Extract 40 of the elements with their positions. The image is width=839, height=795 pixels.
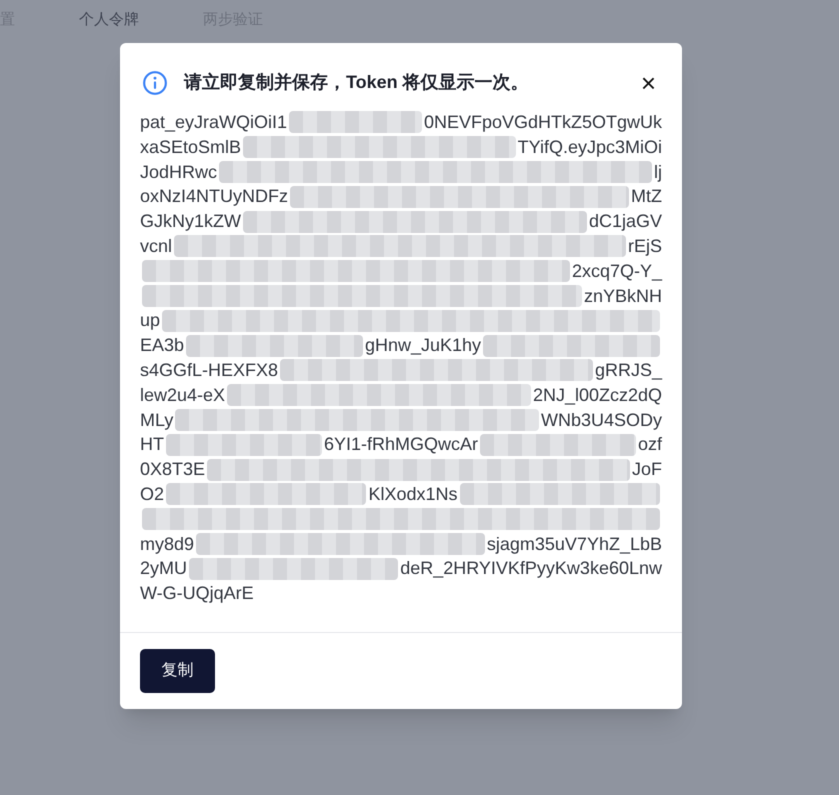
- token-text: up: [140, 309, 160, 332]
- token-text: my8d9: [140, 532, 194, 556]
- token-text: dC1jaGV: [588, 210, 662, 234]
- token-text: 6YI1-fRhMGQwcAr: [324, 433, 478, 456]
- token-text: deR_2HRYIVKfPyyKw3ke60Lnw: [400, 557, 662, 580]
- copy-button[interactable]: 复制: [140, 649, 215, 693]
- token-text: EA3b: [140, 334, 184, 358]
- token-text: gRRJS_: [594, 358, 662, 382]
- token-text: 2NJ_l00Zcz2dQ: [532, 384, 662, 407]
- token-text: JoF: [632, 458, 662, 482]
- token-text: s4GGfL-HEXFX8: [140, 358, 278, 382]
- token-text: xaSEtoSmlB: [140, 136, 242, 159]
- token-text: WNb3U4SODy: [540, 408, 662, 432]
- close-button[interactable]: ×: [636, 70, 660, 96]
- token-text: KlXodx1Ns: [368, 482, 458, 506]
- info-icon: [142, 70, 168, 96]
- token-text: O2: [140, 482, 164, 506]
- token-text: HT: [140, 433, 164, 456]
- token-text: GJkNy1kZW: [140, 210, 241, 234]
- token-text: 2yMU: [140, 557, 188, 580]
- token-text: sjagm35uV7YhZ_LbB: [486, 532, 662, 556]
- token-text: 2xcq7Q-Y_: [572, 260, 662, 283]
- token-text: znYBkNH: [584, 284, 662, 308]
- token-text: vcnl: [140, 234, 172, 258]
- token-text: JodHRwc: [140, 160, 218, 184]
- token-text: 0NEVFpoVGdHTkZ5OTgwUk: [424, 111, 662, 134]
- token-text: oxNzI4NTUyNDFz: [140, 185, 288, 208]
- tab[interactable]: 个人令牌: [79, 8, 139, 32]
- token-text: TYifQ.eyJpc3MiOi: [518, 136, 662, 159]
- token-text: MLy: [140, 408, 174, 432]
- token-text: rEjS: [628, 234, 662, 258]
- token-text: lj: [654, 160, 662, 184]
- dialog-title: 请立即复制并保存，Token 将仅显示一次。: [184, 71, 529, 94]
- token-text: gHnw_JuK1hy: [364, 334, 482, 358]
- token-text: MtZ: [631, 185, 662, 208]
- token-text: pat_eyJraWQiOiI1: [140, 111, 288, 134]
- token-text: lew2u4-eX: [140, 384, 226, 407]
- token-text: 0X8T3E: [140, 458, 206, 482]
- token-text: ozf: [638, 433, 662, 456]
- token-text: W-G-UQjqArE: [140, 582, 254, 606]
